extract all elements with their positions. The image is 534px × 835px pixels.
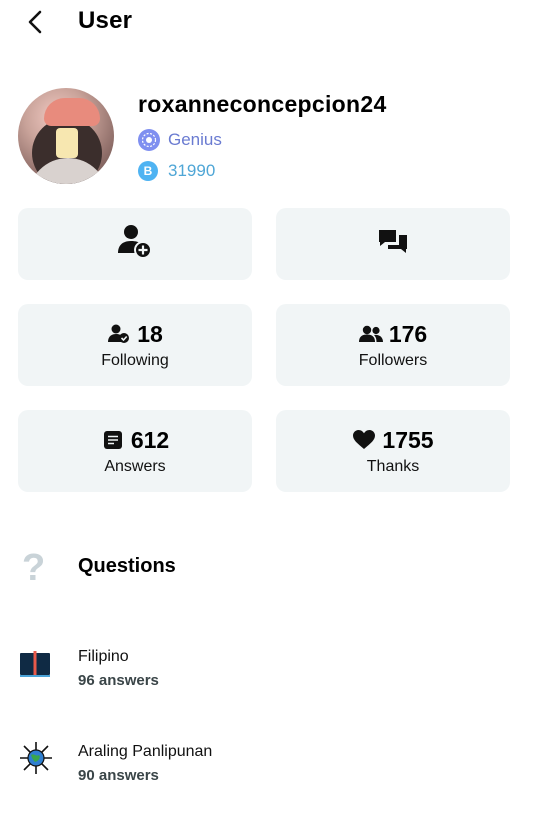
stat-value: 18 [137, 320, 163, 347]
stat-thanks[interactable]: 1755 Thanks [276, 410, 510, 492]
globe-icon [18, 740, 54, 776]
username: roxanneconcepcion24 [138, 91, 387, 117]
rank-label: Genius [168, 130, 222, 149]
book-icon [18, 647, 54, 683]
points-icon: B [138, 161, 158, 181]
stat-followers[interactable]: 176 Followers [276, 304, 510, 386]
chevron-left-icon[interactable] [22, 8, 50, 36]
questions-heading: Questions [78, 555, 176, 577]
subject-item-araling-panlipunan[interactable]: Araling Panlipunan 90 answers [0, 740, 534, 800]
subject-answer-count: 90 answers [78, 767, 159, 784]
add-friend-icon [116, 223, 154, 266]
user-check-icon [107, 322, 131, 346]
subject-item-filipino[interactable]: Filipino 96 answers [0, 645, 534, 705]
rank-row: Genius [138, 129, 222, 151]
add-friend-button[interactable] [18, 208, 252, 280]
subject-name: Filipino [78, 648, 129, 665]
stat-value: 176 [388, 320, 428, 347]
page-title: User [78, 7, 133, 34]
avatar[interactable] [18, 88, 114, 184]
stat-value: 1755 [382, 426, 434, 453]
heart-icon [352, 428, 376, 452]
genius-rank-icon [138, 129, 160, 151]
question-mark-icon: ? [22, 547, 46, 589]
message-button[interactable] [276, 208, 510, 280]
document-icon [101, 428, 125, 452]
header: User [0, 0, 534, 44]
stat-label: Following [101, 351, 169, 369]
users-icon [358, 322, 383, 346]
stat-label: Thanks [366, 457, 420, 475]
stat-following[interactable]: 18 Following [18, 304, 252, 386]
stat-label: Answers [104, 457, 166, 475]
subject-name: Araling Panlipunan [78, 743, 213, 760]
points-value: 31990 [168, 161, 216, 180]
subject-answer-count: 96 answers [78, 672, 159, 689]
messages-icon [378, 228, 408, 261]
stat-value: 612 [130, 426, 170, 453]
stat-label: Followers [358, 351, 428, 369]
stat-answers[interactable]: 612 Answers [18, 410, 252, 492]
points-row: B 31990 [138, 160, 215, 182]
